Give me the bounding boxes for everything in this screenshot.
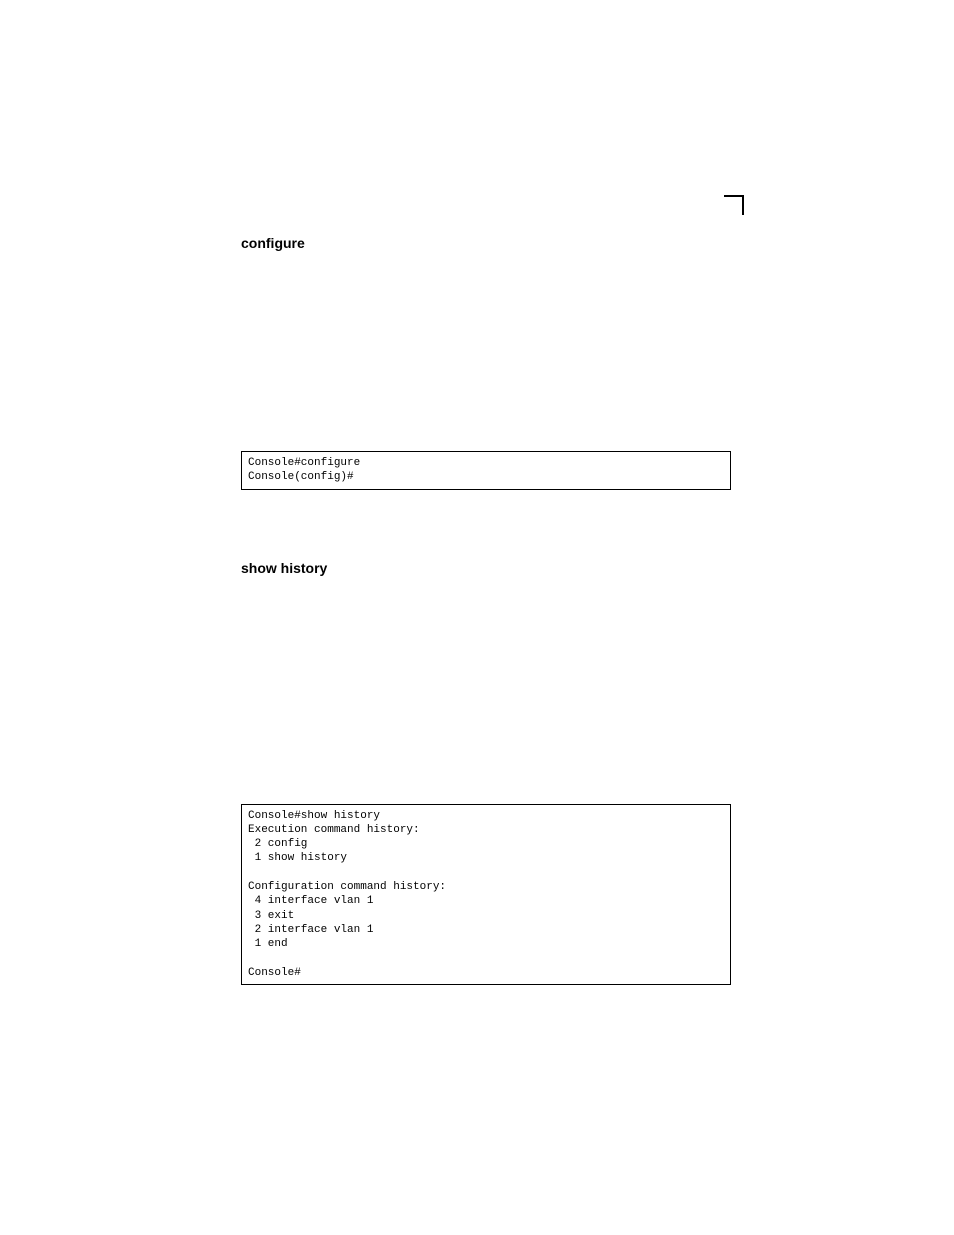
page-content: configure Console#configure Console(conf… (241, 235, 731, 985)
crop-mark (714, 195, 744, 225)
show-history-code-block: Console#show history Execution command h… (241, 804, 731, 986)
configure-code-block: Console#configure Console(config)# (241, 451, 731, 490)
configure-heading: configure (241, 235, 731, 251)
show-history-heading: show history (241, 560, 731, 576)
